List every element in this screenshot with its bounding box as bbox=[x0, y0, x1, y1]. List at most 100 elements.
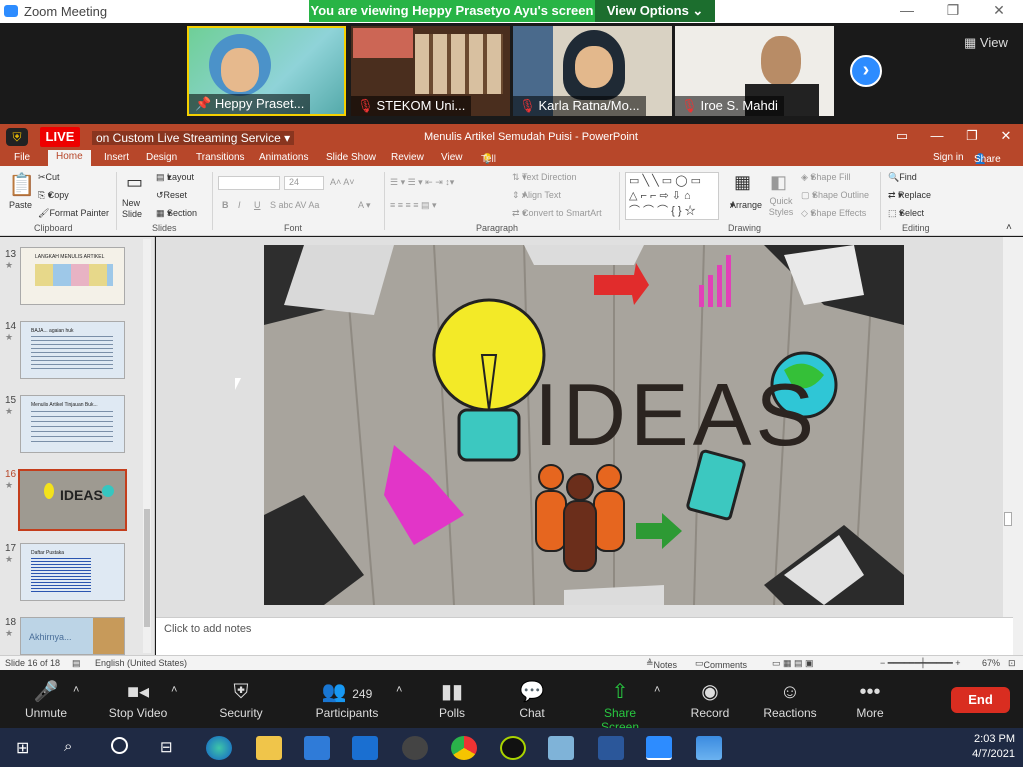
increase-font-icon[interactable]: A˄ A˅ bbox=[330, 177, 355, 187]
quick-styles-button[interactable]: Quick Styles bbox=[766, 196, 796, 218]
polls-button[interactable]: ▮▮ Polls bbox=[434, 678, 470, 720]
minimize-button[interactable]: — bbox=[892, 2, 922, 18]
shadow-button[interactable]: S abc AV Aa bbox=[270, 200, 319, 210]
tab-slide-show[interactable]: Slide Show bbox=[326, 152, 376, 163]
copy-button[interactable]: ⎘ Copy ▾ bbox=[38, 190, 69, 201]
tab-animations[interactable]: Animations bbox=[259, 152, 308, 163]
participant-tile[interactable]: 📌 Heppy Praset... bbox=[187, 26, 346, 116]
find-button[interactable]: 🔍 Find bbox=[888, 172, 917, 183]
maximize-button[interactable]: ❐ bbox=[938, 2, 968, 19]
notes-pane[interactable]: Click to add notes bbox=[156, 617, 1013, 655]
new-slide-button[interactable]: New Slide bbox=[122, 198, 152, 220]
audio-options-icon[interactable]: ˄ bbox=[73, 684, 79, 696]
editor-scrollbar[interactable] bbox=[1003, 237, 1013, 617]
convert-smartart-button[interactable]: ⇄ Convert to SmartArt ▾ bbox=[512, 208, 602, 219]
normal-view-icon[interactable]: ▭ ▦ ▤ ▣ bbox=[772, 658, 814, 669]
align-text-button[interactable]: ⇕ Align Text ▾ bbox=[512, 190, 561, 201]
section-button[interactable]: ▦ Section ▾ bbox=[156, 208, 197, 219]
zoom-percent[interactable]: 67% bbox=[982, 658, 1000, 668]
view-options-button[interactable]: View Options ⌄ bbox=[595, 0, 715, 22]
live-stream-service-dropdown[interactable]: on Custom Live Streaming Service ▾ bbox=[92, 131, 295, 145]
windows-start-icon[interactable]: ⊞ bbox=[16, 738, 29, 758]
font-color-button[interactable]: A ▾ bbox=[358, 200, 371, 211]
bold-button[interactable]: B bbox=[222, 200, 229, 210]
thumbnail-scrollbar[interactable] bbox=[143, 239, 151, 653]
chrome-icon[interactable] bbox=[451, 736, 477, 760]
ppt-close-button[interactable]: ✕ bbox=[994, 128, 1018, 144]
ribbon-display-icon[interactable]: ▭ bbox=[890, 128, 914, 144]
zoom-slider[interactable]: − ━━━━━━┿━━━━━ + bbox=[880, 658, 961, 669]
tab-review[interactable]: Review bbox=[391, 152, 424, 163]
slide-thumbnail[interactable]: BAJA... agaian huk bbox=[20, 321, 125, 379]
layout-button[interactable]: ▤ Layout ▾ bbox=[156, 172, 194, 183]
reactions-button[interactable]: ☺ Reactions bbox=[762, 678, 818, 720]
tab-view[interactable]: View bbox=[441, 152, 463, 163]
security-button[interactable]: ⛨ Security bbox=[216, 678, 266, 720]
cortana-icon[interactable] bbox=[111, 737, 128, 754]
shape-outline-button[interactable]: ▢ Shape Outline ▾ bbox=[801, 190, 869, 201]
participants-button[interactable]: 👥 249 Participants bbox=[314, 678, 380, 720]
cut-button[interactable]: ✂ Cut bbox=[38, 172, 60, 183]
align-left-button[interactable]: ≡ ≡ ≡ ≡ ▤ ▾ bbox=[390, 200, 437, 211]
slide-thumbnail-selected[interactable]: IDEAS bbox=[18, 469, 127, 531]
more-button[interactable]: ••• More bbox=[852, 678, 888, 720]
pen-app-icon[interactable] bbox=[500, 736, 526, 760]
next-page-button[interactable]: › bbox=[850, 55, 882, 87]
tab-design[interactable]: Design bbox=[146, 152, 177, 163]
language-indicator[interactable]: English (United States) bbox=[95, 658, 187, 668]
spell-check-icon[interactable]: ▤ bbox=[72, 658, 81, 669]
edge-icon[interactable] bbox=[206, 736, 232, 760]
share-screen-button[interactable]: ⇧ Share Screen bbox=[584, 678, 656, 734]
system-clock[interactable]: 2:03 PM 4/7/2021 bbox=[972, 732, 1015, 762]
participant-tile[interactable]: 🎙 Karla Ratna/Mo... bbox=[513, 26, 672, 116]
slide-thumbnail[interactable]: LANGKAH MENULIS ARTIKEL bbox=[20, 247, 125, 305]
shield-icon[interactable]: ⛨ bbox=[6, 128, 28, 146]
slide-thumbnail[interactable]: Menulis Artikel Tinjauan Buk... bbox=[20, 395, 125, 453]
video-options-icon[interactable]: ˄ bbox=[171, 684, 177, 696]
vertical-scrollbar[interactable] bbox=[1013, 237, 1023, 655]
file-explorer-icon[interactable] bbox=[256, 736, 282, 760]
select-button[interactable]: ⬚ Select ▾ bbox=[888, 208, 924, 219]
view-button[interactable]: ▦ View bbox=[964, 35, 1008, 51]
live-badge[interactable]: LIVE bbox=[40, 127, 80, 147]
participant-tile[interactable]: 🎙 Iroe S. Mahdi bbox=[675, 26, 834, 116]
font-size-input[interactable]: 24 bbox=[284, 176, 324, 190]
arrange-button[interactable]: Arrange ▾ bbox=[730, 200, 762, 211]
comments-button[interactable]: ▭ Comments bbox=[695, 658, 747, 670]
text-direction-button[interactable]: ⇅ Text Direction ▾ bbox=[512, 172, 577, 183]
slide-canvas[interactable]: IDEAS bbox=[264, 245, 904, 605]
collapse-ribbon-icon[interactable]: ˄ bbox=[1006, 222, 1012, 233]
ppt-minimize-button[interactable]: — bbox=[925, 128, 949, 143]
zoom-taskbar-icon[interactable] bbox=[646, 736, 672, 760]
slide-thumbnail[interactable]: Daftar Pustaka bbox=[20, 543, 125, 601]
shape-effects-button[interactable]: ◇ Shape Effects ▾ bbox=[801, 208, 866, 219]
participants-options-icon[interactable]: ˄ bbox=[396, 684, 402, 696]
record-button[interactable]: ◉ Record bbox=[688, 678, 732, 720]
font-name-input[interactable] bbox=[218, 176, 280, 190]
italic-button[interactable]: I bbox=[238, 200, 241, 210]
end-meeting-button[interactable]: End bbox=[951, 687, 1010, 713]
replace-button[interactable]: ⇄ Replace ▾ bbox=[888, 190, 931, 201]
reset-button[interactable]: ↺ Reset bbox=[156, 190, 187, 201]
participant-tile[interactable]: 🎙 STEKOM Uni... bbox=[351, 26, 510, 116]
tab-file[interactable]: File bbox=[14, 152, 30, 163]
underline-button[interactable]: U bbox=[254, 200, 261, 210]
unmute-button[interactable]: 🎤 Unmute bbox=[22, 678, 70, 720]
shapes-gallery[interactable]: ▭ ╲ ╲ ▭ ◯ ▭ △ ⌐ ⌐ ⇨ ⇩ ⌂ ⌒ ⌒ ⌒ { } ☆ bbox=[625, 172, 719, 220]
notes-app-icon[interactable] bbox=[548, 736, 574, 760]
stop-video-button[interactable]: ■◂ Stop Video bbox=[106, 678, 170, 720]
paste-button[interactable]: Paste bbox=[9, 200, 32, 210]
bullets-button[interactable]: ☰ ▾ ☰ ▾ ⇤ ⇥ ↕▾ bbox=[390, 177, 454, 188]
tab-transitions[interactable]: Transitions bbox=[196, 152, 245, 163]
shape-fill-button[interactable]: ◈ Shape Fill ▾ bbox=[801, 172, 850, 183]
mail-icon[interactable] bbox=[352, 736, 378, 760]
obs-icon[interactable] bbox=[402, 736, 428, 760]
word-icon[interactable] bbox=[598, 736, 624, 760]
tab-home[interactable]: Home bbox=[48, 150, 91, 166]
sign-in-link[interactable]: Sign in bbox=[933, 152, 964, 163]
store-icon[interactable] bbox=[304, 736, 330, 760]
notes-button[interactable]: ≜ Notes bbox=[646, 658, 677, 670]
format-painter-button[interactable]: 🖌 Format Painter bbox=[38, 208, 109, 219]
search-icon[interactable]: ⌕ bbox=[64, 738, 72, 755]
share-options-icon[interactable]: ˄ bbox=[654, 684, 660, 696]
